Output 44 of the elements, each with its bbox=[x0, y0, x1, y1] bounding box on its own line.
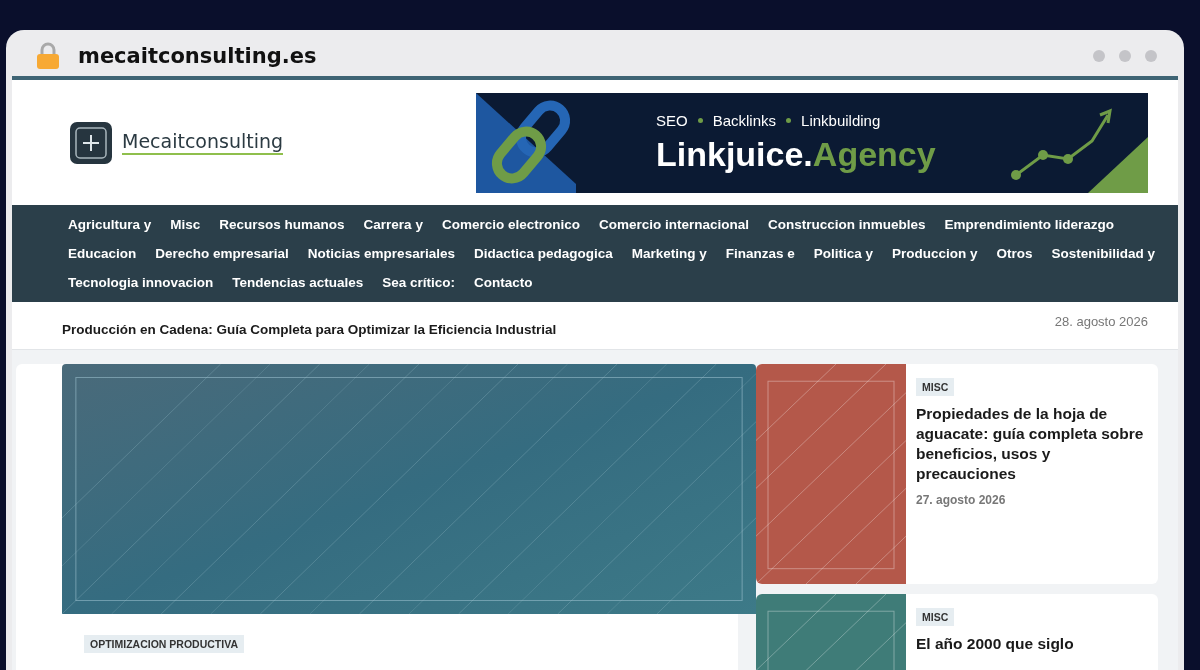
window-dots-icon bbox=[1092, 49, 1158, 63]
ad-banner[interactable]: SEO Backlinks Linkbuilding Linkjuice.Agency bbox=[476, 92, 1148, 193]
site-name[interactable]: Mecaitconsulting bbox=[122, 130, 284, 155]
nav-link[interactable]: Agricultura y bbox=[68, 217, 152, 232]
banner-brand: Linkjuice.Agency bbox=[656, 134, 936, 174]
logo-icon bbox=[70, 121, 112, 164]
nav-link[interactable]: Educacion bbox=[68, 246, 137, 261]
current-date: 28. agosto 2026 bbox=[1054, 314, 1148, 329]
nav-link[interactable]: Otros bbox=[996, 246, 1033, 261]
nav-link[interactable]: Marketing y bbox=[631, 246, 707, 261]
nav-link[interactable]: Construccion inmuebles bbox=[768, 217, 926, 232]
nav-link[interactable]: Contacto bbox=[474, 275, 533, 290]
nav-link[interactable]: Comercio internacional bbox=[598, 217, 749, 232]
address-url[interactable]: mecaitconsulting.es bbox=[78, 44, 317, 68]
chain-link-icon bbox=[476, 92, 576, 193]
category-tag[interactable]: MISC bbox=[916, 378, 955, 396]
post-title[interactable]: El año 2000 que siglo bbox=[916, 634, 1074, 655]
banner-tag: Linkbuilding bbox=[801, 111, 881, 129]
category-tag[interactable]: OPTIMIZACION PRODUCTIVA bbox=[84, 635, 244, 653]
post-date: 27. agosto 2026 bbox=[916, 492, 1006, 507]
nav-link[interactable]: Noticias empresariales bbox=[307, 246, 455, 261]
banner-tag: Backlinks bbox=[712, 111, 777, 129]
post-card[interactable]: MISC El año 2000 que siglo bbox=[756, 594, 1158, 670]
nav-link[interactable]: Tecnologia innovacion bbox=[68, 275, 214, 290]
nav-link[interactable]: Finanzas e bbox=[725, 246, 795, 261]
ticker-headline[interactable]: Producción en Cadena: Guía Completa para Optimizar la Eficiencia Industrial bbox=[62, 322, 557, 337]
nav-link[interactable]: Politica y bbox=[813, 246, 874, 261]
lock-icon bbox=[36, 42, 60, 70]
post-title[interactable]: Propiedades de la hoja de aguacate: guía completa sobre beneficios, usos y precauciones bbox=[916, 404, 1146, 485]
nav-link[interactable]: Carrera y bbox=[363, 217, 423, 232]
nav-link[interactable]: Didactica pedagogica bbox=[473, 246, 613, 261]
triangle-drawing bbox=[1088, 136, 1148, 193]
nav-link[interactable]: Sea crítico: bbox=[382, 275, 456, 290]
category-tag[interactable]: MISC bbox=[916, 608, 955, 626]
nav-link[interactable]: Comercio electronico bbox=[441, 217, 580, 232]
nav-link[interactable]: Sostenibilidad y bbox=[1051, 246, 1156, 261]
nav-link[interactable]: Tendencias actuales bbox=[232, 275, 364, 290]
nav-link[interactable]: Misc bbox=[170, 217, 201, 232]
nav-link[interactable]: Produccion y bbox=[892, 246, 978, 261]
nav-link[interactable]: Emprendimiento liderazgo bbox=[944, 217, 1115, 232]
nav-link[interactable]: Recursos humanos bbox=[219, 217, 345, 232]
nav-link[interactable]: Derecho empresarial bbox=[155, 246, 289, 261]
banner-tag: SEO bbox=[656, 111, 688, 129]
post-card[interactable]: MISC Propiedades de la hoja de aguacate: guía completa sobre beneficios, usos y precauciones 27. agosto 2026 bbox=[756, 364, 1158, 584]
